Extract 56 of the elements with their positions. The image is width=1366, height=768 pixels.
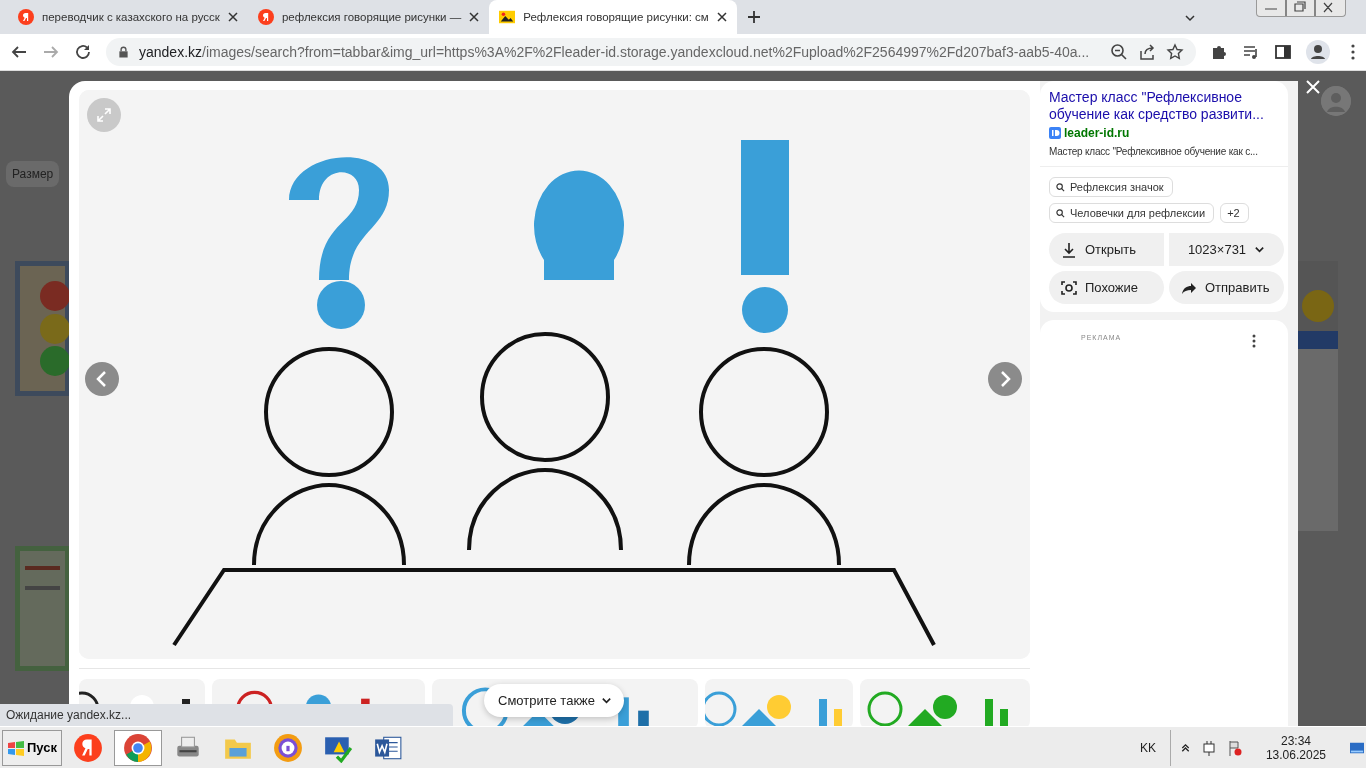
chevron-down-icon (1254, 244, 1266, 255)
chevron-down-icon[interactable] (1184, 12, 1196, 24)
plug-icon[interactable] (1201, 739, 1216, 756)
close-icon[interactable] (469, 12, 480, 22)
zoom-out-icon[interactable] (1110, 43, 1128, 61)
download-icon (1061, 241, 1077, 258)
more-chip[interactable]: +2 (1220, 203, 1249, 223)
lock-icon (118, 44, 129, 60)
tab-title: рефлексия говорящие рисунки — (281, 11, 462, 23)
reload-icon[interactable] (74, 43, 92, 61)
browser-tab[interactable]: переводчик с казахского на русск (8, 0, 248, 34)
vpn-icon (273, 732, 303, 763)
share-icon[interactable] (1138, 43, 1156, 61)
side-panel-icon[interactable] (1274, 43, 1292, 61)
close-icon[interactable] (716, 12, 727, 22)
clock[interactable]: 23:34 13.06.2025 (1265, 733, 1326, 762)
windows-logo-icon (7, 739, 25, 756)
resolution-dropdown[interactable]: 1023×731 (1169, 233, 1284, 266)
taskbar-app[interactable] (114, 729, 162, 766)
close-icon[interactable] (227, 12, 238, 22)
share-button[interactable]: Отправить (1169, 271, 1284, 304)
star-icon[interactable] (1166, 43, 1184, 61)
yandex-icon (257, 9, 274, 25)
avatar-icon[interactable] (1306, 40, 1330, 64)
see-also-button[interactable]: Смотрите также (484, 684, 625, 717)
chevron-down-icon (601, 695, 613, 706)
result-title-link[interactable]: Мастер класс "Рефлексивное обучение как средство развити... (1049, 89, 1279, 123)
open-button[interactable]: Открыть (1049, 233, 1164, 266)
source-link[interactable]: leader-id.ru (1049, 126, 1279, 140)
yandex-icon (18, 9, 34, 25)
chrome-icon (123, 732, 153, 763)
browser-tab[interactable]: Рефлексия говорящие рисунки: см (489, 0, 737, 34)
language-indicator[interactable]: KK (1139, 740, 1156, 755)
search-icon (1056, 182, 1065, 192)
related-search-chip[interactable]: Рефлексия значок (1049, 177, 1173, 197)
site-icon (1049, 127, 1061, 139)
status-toast: Ожидание yandex.kz... (0, 704, 453, 726)
similar-button[interactable]: Похожие (1049, 271, 1164, 304)
tab-title: переводчик с казахского на русск (42, 11, 220, 23)
address-bar[interactable]: yandex.kz/images/search?from=tabbar&img_url=https%3A%2F%2Fleader-id.storage.yandexcloud.net%2Fupload%2F2564997%2Fd207baf3-aab5-40a... (106, 38, 1196, 66)
expand-icon (95, 106, 113, 124)
result-description: Мастер класс "Рефлексивное обучение как с... (1049, 146, 1258, 157)
search-icon (1056, 208, 1065, 218)
plus-icon[interactable] (746, 10, 761, 24)
flag-icon[interactable] (1227, 739, 1242, 756)
tab-title: Рефлексия говорящие рисунки: см (523, 11, 709, 23)
window-controls-drawing[interactable] (1256, 0, 1346, 17)
yandex-icon (73, 732, 103, 763)
more-icon[interactable] (1252, 334, 1256, 348)
related-search-chip[interactable]: Человечки для рефлексии (1049, 203, 1215, 223)
playlist-icon[interactable] (1242, 43, 1260, 61)
puzzle-icon[interactable] (1210, 43, 1228, 61)
image-icon (499, 9, 516, 25)
browser-tab[interactable]: рефлексия говорящие рисунки — (247, 0, 490, 34)
start-button[interactable]: Пуск (2, 729, 62, 766)
camera-icon (1061, 279, 1077, 296)
